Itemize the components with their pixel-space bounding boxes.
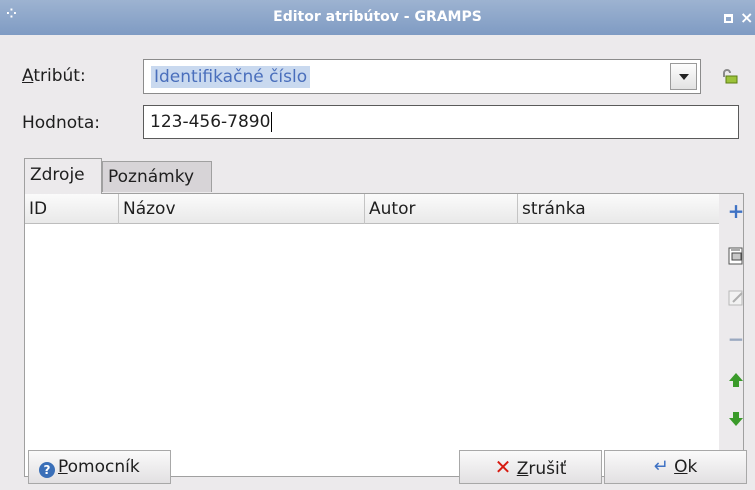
tab-sources[interactable]: Zdroje <box>24 158 102 194</box>
help-icon: ? <box>39 462 55 478</box>
column-header-title[interactable]: Názov <box>119 194 365 224</box>
column-header-author[interactable]: Autor <box>365 194 518 224</box>
value-label: Hodnota: <box>22 113 100 133</box>
remove-icon[interactable]: − <box>725 328 747 350</box>
attribute-label: Atribút: <box>22 66 86 86</box>
table-header: ID Názov Autor stránka <box>25 194 719 224</box>
value-text: 123-456-7890 <box>150 112 271 132</box>
window-title: Editor atribútov - GRAMPS <box>273 9 482 25</box>
ok-icon: ↵ <box>653 456 669 477</box>
title-bar: ⁘ Editor atribútov - GRAMPS × <box>0 0 755 35</box>
sources-table[interactable]: ID Názov Autor stránka <box>25 194 719 476</box>
ok-button[interactable]: ↵ Ok <box>604 450 747 484</box>
dialog-body: Atribút: Identifikačné číslo Hodnota: 12… <box>0 35 755 490</box>
tab-notes[interactable]: Poznámky <box>102 161 212 192</box>
cancel-button[interactable]: ✕ Zrušiť <box>459 450 602 484</box>
maximize-icon[interactable] <box>724 14 733 23</box>
value-field[interactable]: 123-456-7890 <box>143 105 739 139</box>
attribute-selected-value[interactable]: Identifikačné číslo <box>151 66 311 88</box>
chevron-down-icon[interactable] <box>670 63 697 90</box>
text-caret <box>271 112 273 132</box>
close-icon[interactable]: × <box>740 8 753 27</box>
add-icon[interactable]: + <box>725 200 747 222</box>
help-button[interactable]: ? Pomocník <box>28 450 171 484</box>
move-down-icon[interactable] <box>725 408 747 430</box>
attribute-combobox[interactable]: Identifikačné číslo <box>143 59 701 94</box>
cancel-icon: ✕ <box>494 455 512 479</box>
lock-icon[interactable] <box>720 67 738 85</box>
move-up-icon[interactable] <box>725 369 747 391</box>
column-header-page[interactable]: stránka <box>518 194 719 224</box>
share-existing-icon[interactable] <box>725 245 747 267</box>
column-header-id[interactable]: ID <box>25 194 119 224</box>
edit-icon[interactable] <box>725 287 747 309</box>
